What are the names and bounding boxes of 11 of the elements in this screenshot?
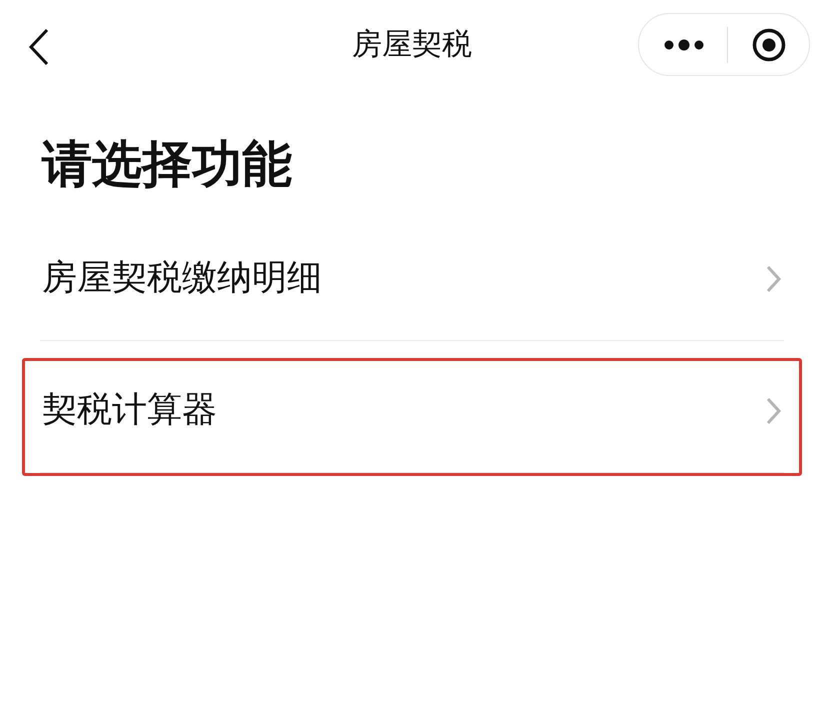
chevron-right-icon (766, 396, 782, 424)
menu-item[interactable]: 房屋契税缴纳明细 (40, 229, 784, 341)
section-heading: 请选择功能 (42, 135, 293, 194)
close-icon[interactable] (752, 28, 786, 62)
back-icon[interactable] (28, 28, 50, 66)
more-icon[interactable] (664, 38, 704, 50)
menu-item[interactable]: 契税计算器 (40, 361, 784, 473)
menu-item-label: 契税计算器 (42, 389, 217, 432)
menu-item-label: 房屋契税缴纳明细 (42, 257, 322, 300)
chevron-right-icon (766, 264, 782, 292)
page-title: 房屋契税 (352, 26, 472, 62)
